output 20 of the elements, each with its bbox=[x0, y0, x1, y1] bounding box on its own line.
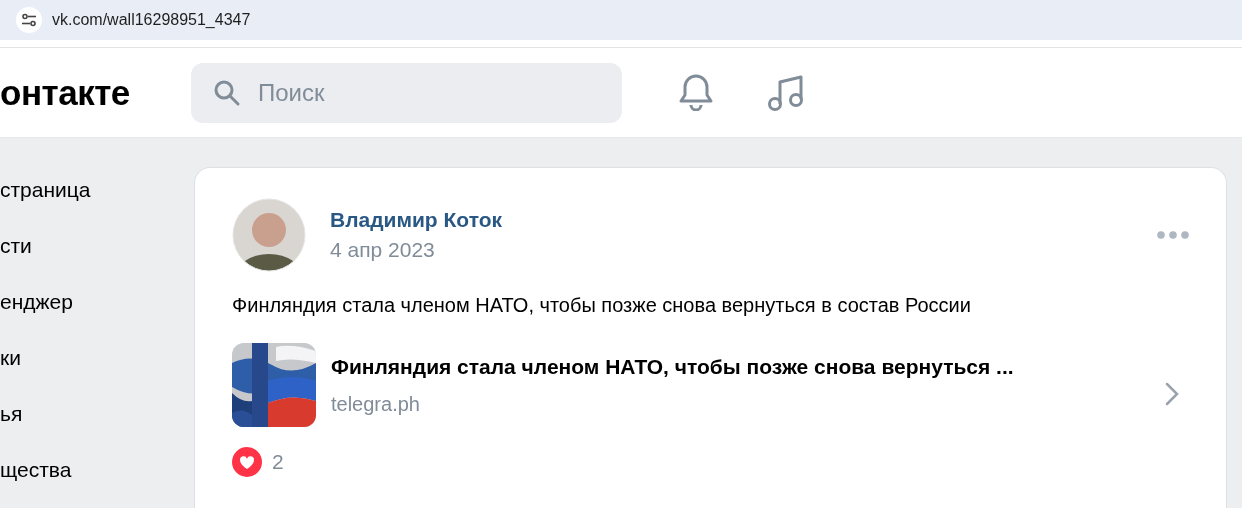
link-domain: telegra.ph bbox=[331, 392, 421, 416]
post-text: Финляндия стала членом НАТО, чтобы позже снова вернуться в состав России bbox=[232, 294, 972, 317]
sidebar-item[interactable]: сти bbox=[0, 232, 194, 288]
notifications-bell-icon[interactable] bbox=[678, 72, 714, 111]
sidebar-item[interactable]: страница bbox=[0, 176, 194, 232]
link-title: Финляндия стала членом НАТО, чтобы позже снова вернуться ... bbox=[331, 354, 1015, 379]
sidebar-item[interactable]: ья bbox=[0, 400, 194, 456]
search-icon bbox=[213, 78, 241, 107]
sidebar-item[interactable]: ки bbox=[0, 344, 194, 400]
address-bar-url[interactable]: vk.com/wall16298951_4347 bbox=[52, 11, 251, 29]
like-count: 2 bbox=[272, 450, 284, 474]
chevron-right-icon bbox=[1165, 382, 1179, 406]
site-settings-icon[interactable] bbox=[16, 7, 42, 33]
link-snippet[interactable]: Финляндия стала членом НАТО, чтобы позже снова вернуться ... telegra.ph bbox=[232, 343, 1189, 427]
more-options-icon[interactable] bbox=[1157, 231, 1189, 239]
author-name[interactable]: Владимир Коток bbox=[330, 208, 1133, 232]
sidebar-item[interactable]: енджер bbox=[0, 288, 194, 344]
search-field[interactable]: Поиск bbox=[191, 62, 622, 123]
sidebar-item[interactable]: щества bbox=[0, 456, 194, 508]
site-logo[interactable]: онтакте bbox=[0, 72, 191, 113]
